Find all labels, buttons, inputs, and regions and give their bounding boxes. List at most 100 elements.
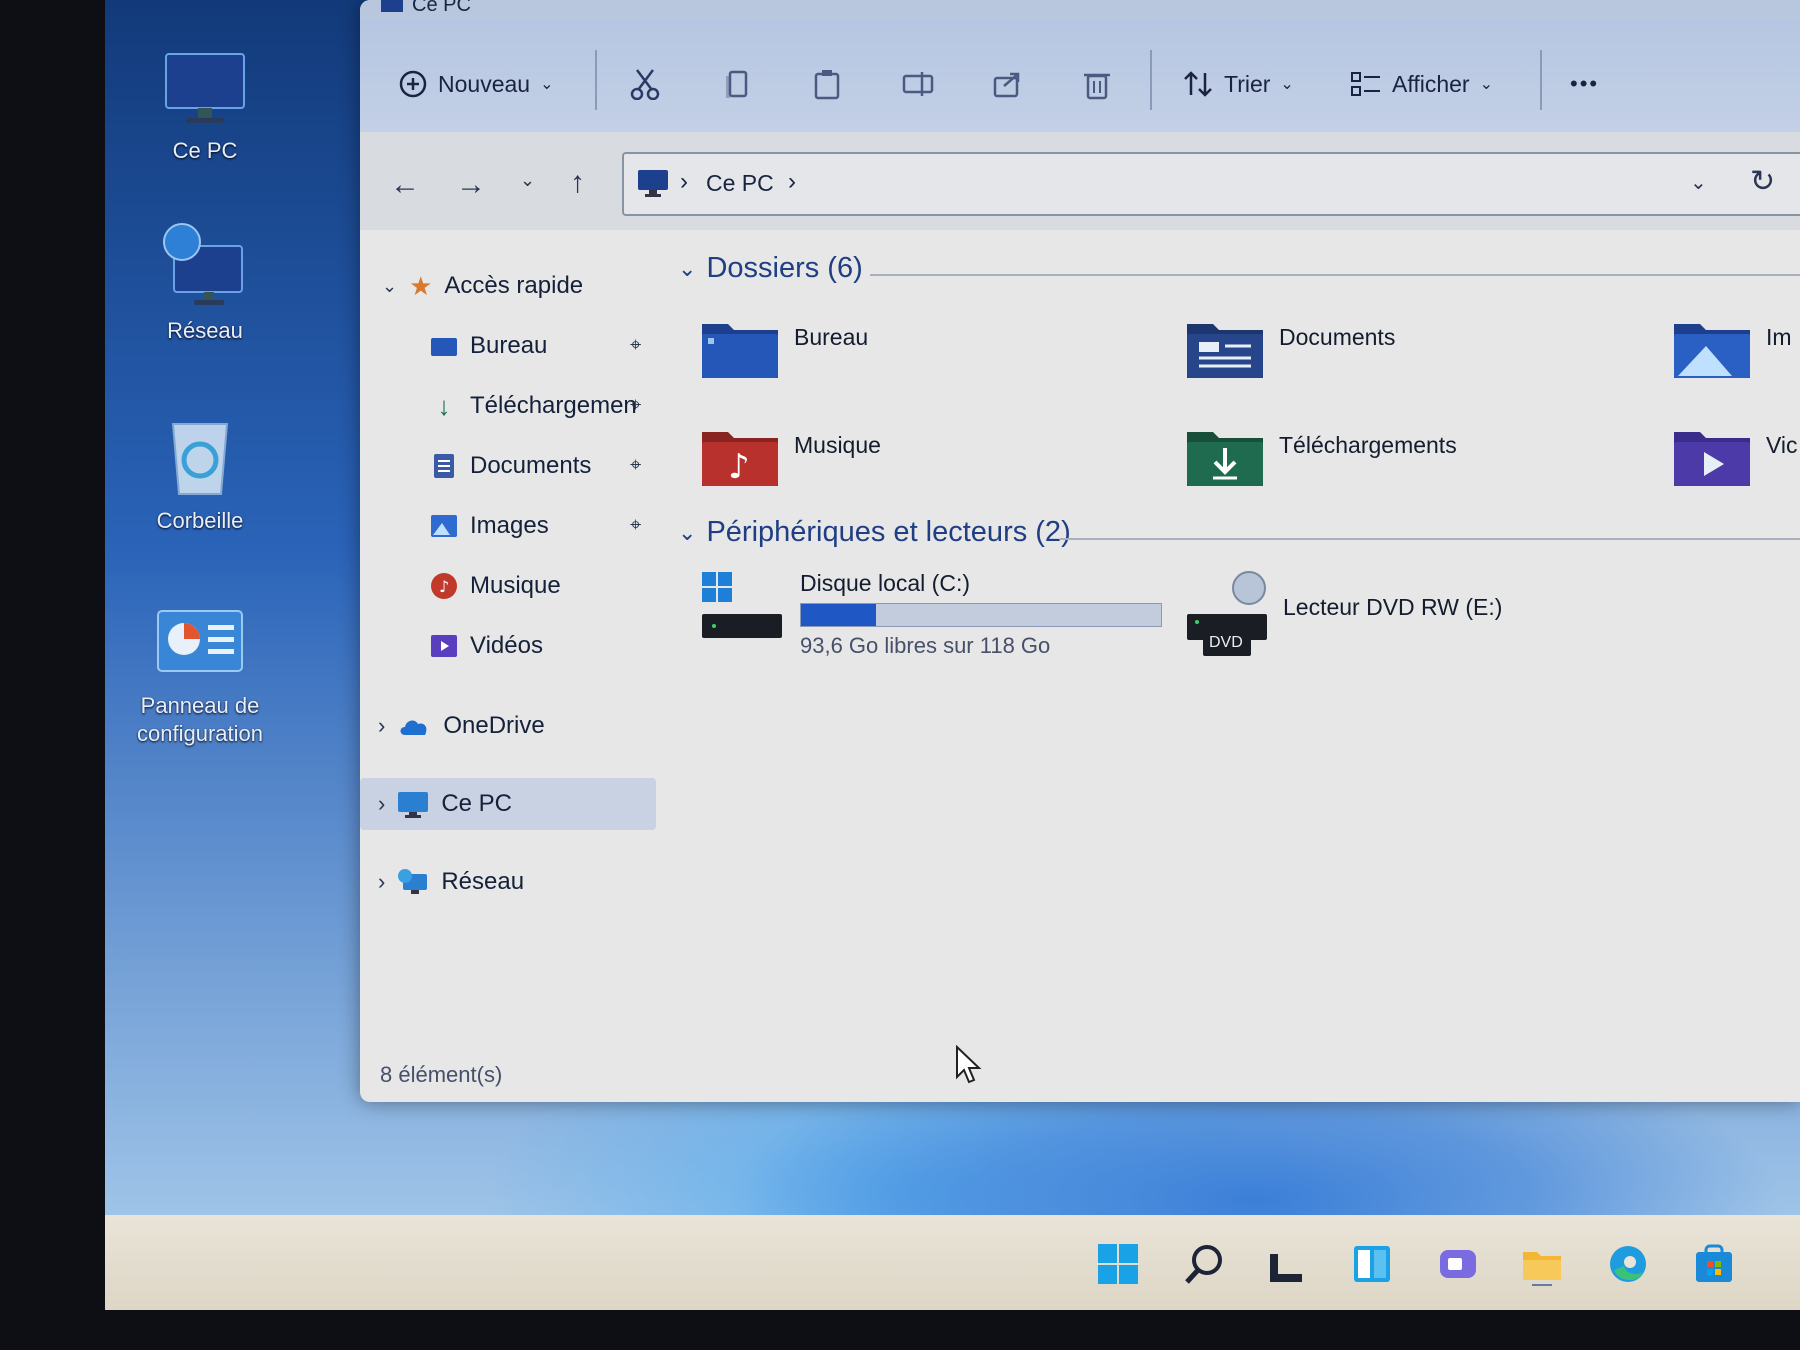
- title-bar: Ce PC: [360, 0, 1800, 20]
- search-icon[interactable]: [1180, 1240, 1228, 1288]
- paste-button[interactable]: [812, 60, 842, 108]
- sidebar-item-images[interactable]: Images: [430, 504, 549, 548]
- sidebar-item-documents[interactable]: Documents: [430, 444, 591, 488]
- desktop-folder-icon: [702, 324, 778, 378]
- desktop-icon-this-pc[interactable]: Ce PC: [135, 50, 275, 165]
- pin-icon[interactable]: ⌖: [630, 394, 641, 417]
- mouse-cursor-icon: [956, 1045, 982, 1084]
- pin-icon[interactable]: ⌖: [630, 454, 641, 477]
- folder-tile-downloads[interactable]: Téléchargements: [1185, 424, 1457, 490]
- sidebar-item-onedrive[interactable]: › OneDrive: [378, 704, 545, 748]
- folder-tile-videos[interactable]: Vic: [1672, 424, 1798, 490]
- monitor-icon: [638, 170, 668, 197]
- folder-tile-desktop[interactable]: Bureau: [700, 316, 868, 382]
- music-folder-icon: ♪: [702, 432, 778, 487]
- folder-tile-documents[interactable]: Documents: [1185, 316, 1395, 382]
- sidebar-item-downloads[interactable]: ↓ Téléchargemen: [430, 384, 637, 428]
- sidebar-item-network[interactable]: › Réseau: [378, 860, 524, 904]
- sidebar-item-label: Documents: [470, 452, 592, 479]
- breadcrumb-this-pc[interactable]: Ce PC: [706, 170, 774, 197]
- section-divider: [1060, 538, 1800, 540]
- sort-icon: [1184, 71, 1212, 97]
- pin-icon[interactable]: ⌖: [630, 514, 641, 537]
- sidebar-item-quick-access[interactable]: ⌄ ★ Accès rapide: [382, 264, 583, 308]
- network-icon: [163, 223, 243, 305]
- chevron-right-icon: ›: [378, 869, 386, 894]
- desktop-icon-label: Réseau: [167, 318, 243, 343]
- breadcrumb-separator-icon: ›: [680, 168, 688, 195]
- view-button-label: Afficher: [1392, 70, 1470, 97]
- drive-label: Lecteur DVD RW (E:): [1283, 594, 1503, 620]
- desktop-icon-recycle-bin[interactable]: Corbeille: [130, 410, 270, 535]
- chevron-right-icon: ›: [378, 713, 386, 738]
- sidebar-item-label: Bureau: [470, 332, 548, 359]
- folder-tile-music[interactable]: ♪ Musique: [700, 424, 881, 490]
- videos-icon: [431, 635, 457, 657]
- devices-section-header[interactable]: ⌄ Périphériques et lecteurs (2): [678, 516, 1071, 549]
- store-icon[interactable]: [1690, 1240, 1738, 1288]
- desktop-icon-control-panel[interactable]: Panneau de configuration: [130, 605, 270, 748]
- network-icon: [398, 869, 428, 894]
- refresh-icon[interactable]: ↻: [1750, 164, 1775, 199]
- view-button[interactable]: Afficher ⌄: [1350, 60, 1493, 108]
- storage-usage-bar: [800, 603, 1162, 627]
- desktop-icon-network[interactable]: Réseau: [135, 220, 275, 345]
- desktop-icon-label: Ce PC: [172, 138, 238, 163]
- folders-section-header[interactable]: ⌄ Dossiers (6): [678, 252, 863, 285]
- desktop-icon-label: Corbeille: [156, 508, 244, 533]
- chevron-down-icon: ⌄: [678, 519, 697, 545]
- new-button-label: Nouveau: [438, 70, 531, 97]
- folder-label: Téléchargements: [1279, 432, 1457, 458]
- chevron-down-icon: ⌄: [1280, 76, 1294, 93]
- sidebar-item-this-pc[interactable]: › Ce PC: [378, 782, 512, 826]
- pin-icon[interactable]: ⌖: [630, 334, 641, 357]
- desktop-folder-icon: [431, 338, 457, 356]
- drive-tile-c[interactable]: Disque local (C:) 93,6 Go libres sur 118…: [700, 570, 1162, 659]
- chevron-down-icon: ⌄: [678, 255, 697, 281]
- folder-label: Vic: [1766, 432, 1798, 458]
- chevron-right-icon: ›: [378, 791, 386, 816]
- dvd-badge: DVD: [1209, 634, 1243, 651]
- windows-start-icon[interactable]: [1094, 1240, 1142, 1288]
- cut-button[interactable]: [630, 60, 660, 108]
- ribbon-separator: [1150, 50, 1152, 110]
- chat-icon[interactable]: [1434, 1240, 1482, 1288]
- documents-icon: [434, 454, 454, 478]
- forward-arrow-icon[interactable]: →: [456, 168, 486, 202]
- file-explorer-icon[interactable]: [1518, 1240, 1566, 1288]
- sort-button[interactable]: Trier ⌄: [1182, 60, 1294, 108]
- back-arrow-icon[interactable]: ←: [390, 168, 420, 202]
- sidebar-item-videos[interactable]: Vidéos: [430, 624, 543, 668]
- file-explorer-window: Ce PC Nouveau ⌄ Trier ⌄ Afficher ⌄ ••• ←: [360, 0, 1800, 1102]
- copy-button[interactable]: [722, 60, 752, 108]
- breadcrumb-separator-icon: ›: [788, 168, 796, 195]
- more-options-label: •••: [1570, 71, 1600, 96]
- more-options-button[interactable]: •••: [1570, 60, 1599, 108]
- svg-text:♪: ♪: [728, 447, 750, 487]
- sidebar-item-label: Images: [470, 512, 549, 539]
- images-folder-icon: [1674, 324, 1750, 378]
- folder-tile-images[interactable]: Im: [1672, 316, 1792, 382]
- ribbon-separator: [595, 50, 597, 110]
- chevron-down-icon: ⌄: [540, 76, 554, 93]
- download-icon: ↓: [437, 390, 451, 421]
- address-history-chevron-icon[interactable]: ⌄: [1690, 170, 1707, 195]
- new-button[interactable]: Nouveau ⌄: [398, 60, 553, 108]
- address-bar[interactable]: [622, 152, 1800, 216]
- share-button[interactable]: [992, 60, 1024, 108]
- copy-icon: [726, 70, 748, 98]
- sidebar-item-desktop[interactable]: Bureau: [430, 324, 547, 368]
- up-arrow-icon[interactable]: ↑: [570, 166, 585, 200]
- rename-icon: [902, 72, 934, 96]
- sidebar-item-music[interactable]: ♪ Musique: [430, 564, 561, 608]
- edge-icon[interactable]: [1604, 1240, 1652, 1288]
- star-icon: ★: [409, 270, 433, 301]
- chevron-down-icon: ⌄: [1479, 76, 1493, 93]
- local-disk-icon: [702, 572, 782, 638]
- delete-button[interactable]: [1082, 60, 1112, 108]
- widgets-icon[interactable]: [1348, 1240, 1396, 1288]
- task-view-icon[interactable]: [1262, 1240, 1310, 1288]
- rename-button[interactable]: [902, 60, 934, 108]
- recent-locations-chevron-icon[interactable]: ⌄: [520, 170, 535, 191]
- drive-tile-dvd[interactable]: DVD Lecteur DVD RW (E:): [1185, 570, 1502, 660]
